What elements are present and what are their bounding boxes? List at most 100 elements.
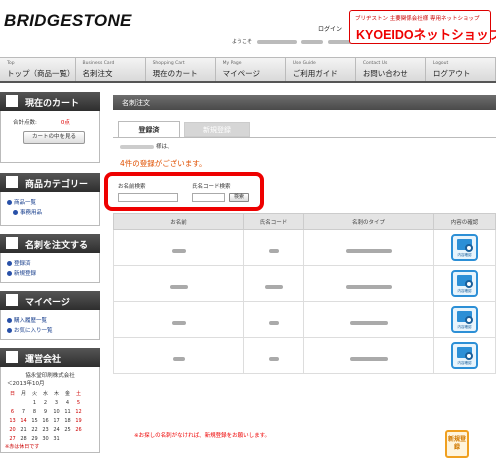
cart-total-value: 0点	[60, 120, 70, 126]
nav-business-card[interactable]: Business Card 名刺注文	[76, 58, 146, 81]
nav-label: ご利用ガイド	[292, 69, 338, 78]
column-header: お名前	[113, 213, 244, 230]
new-registration-button[interactable]: 新規登録	[445, 430, 469, 458]
panel-title: 名刺を注文する	[25, 241, 89, 251]
view-details-icon[interactable]: 内容確認	[451, 342, 478, 369]
link-new-registration[interactable]: 新規登録	[7, 269, 93, 277]
calendar-day: 3	[54, 399, 59, 406]
nav-mypage[interactable]: My Page マイページ	[216, 58, 286, 81]
magnifier-shape	[465, 352, 473, 360]
nav-en: Business Card	[82, 61, 115, 66]
calendar-day: 19	[75, 417, 82, 424]
redacted-text	[264, 285, 283, 289]
panel-title: 商品カテゴリー	[25, 180, 89, 190]
nav-top[interactable]: Top トップ（商品一覧）	[0, 58, 76, 81]
weekday: 日	[9, 391, 15, 397]
nav-label: マイページ	[222, 69, 261, 78]
calendar-day: 12	[75, 408, 82, 415]
cart-panel-header: 現在のカート	[0, 92, 100, 111]
link-registered[interactable]: 登録済	[7, 259, 93, 267]
redacted-text	[172, 357, 185, 361]
code-cell	[243, 229, 304, 266]
name-search-input[interactable]	[118, 193, 178, 202]
panel-title: 運営会社	[25, 355, 62, 365]
bridgestone-logo[interactable]: BRIDGESTONE	[4, 11, 132, 31]
shop-banner[interactable]: ブリヂストン 主要関係会社様 専用ネットショップ KYOEIDOネットショップ	[349, 10, 496, 44]
name-cell	[113, 337, 244, 374]
table-row: 内容確認	[113, 301, 496, 338]
category-panel: 商品一覧 事務用品	[0, 192, 100, 226]
nav-logout[interactable]: Logout ログアウト	[426, 58, 496, 81]
view-details-icon[interactable]: 内容確認	[451, 270, 478, 297]
detail-caption: 内容確認	[457, 289, 472, 293]
calendar-note: ※赤は休日です	[5, 444, 40, 450]
calendar-day: 26	[75, 426, 82, 433]
magnifier-shape	[465, 280, 473, 288]
view-details-icon[interactable]: 内容確認	[451, 306, 478, 333]
calendar-day: 31	[53, 435, 60, 442]
calendar-month[interactable]: ＜2013年10月	[7, 379, 97, 387]
nav-en: Contact Us	[362, 61, 388, 66]
cart-panel: 合計点数: 0点 カートの中を見る	[0, 111, 100, 163]
nav-contact[interactable]: Contact Us お問い合わせ	[356, 58, 426, 81]
not-found-note: ※お探しの名刺がなければ、新規登録をお願いします。	[134, 433, 271, 439]
redacted-text	[169, 285, 188, 289]
nav-en: Top	[7, 61, 15, 66]
user-greeting: 様は、	[120, 142, 173, 150]
view-cart-button[interactable]: カートの中を見る	[23, 131, 85, 144]
category-panel-header: 商品カテゴリー	[0, 173, 100, 192]
redacted-text	[349, 357, 388, 361]
detail-caption: 内容確認	[457, 253, 472, 257]
calendar-day: 11	[64, 408, 71, 415]
nav-cart[interactable]: Shopping Cart 現在のカート	[146, 58, 216, 81]
calendar-day: 28	[20, 435, 27, 442]
calendar-day: 21	[20, 426, 27, 433]
tab-new-registration[interactable]: 新規登録	[184, 122, 250, 137]
link-purchase-history[interactable]: 購入履歴一覧	[7, 316, 93, 324]
link-favorites[interactable]: お気に入り一覧	[7, 326, 93, 334]
search-highlight	[104, 172, 264, 211]
link-product-list[interactable]: 商品一覧	[7, 198, 93, 206]
cart-icon	[6, 95, 18, 107]
nav-en: Shopping Cart	[152, 61, 185, 66]
cart-total-label: 合計点数:	[13, 120, 37, 126]
calendar-day: 14	[20, 417, 27, 424]
calendar-day: 30	[42, 435, 49, 442]
code-search-input[interactable]	[192, 193, 225, 202]
name-search-label: お名前検索	[118, 184, 146, 190]
nav-label: 名刺注文	[82, 69, 113, 78]
tab-registered[interactable]: 登録済	[118, 121, 180, 137]
company-panel: 協永堂印刷株式会社 ＜2013年10月 日月火水木金土 12345 6 7 8 9 10…	[0, 367, 100, 453]
calendar-day: 4	[65, 399, 70, 406]
weekday: 土	[75, 391, 81, 397]
redacted-text	[171, 321, 186, 325]
sidebar: 現在のカート 合計点数: 0点 カートの中を見る 商品カテゴリー 商品一覧 事務用…	[0, 92, 100, 453]
calendar-day: 6	[10, 408, 15, 415]
calendar-day	[62, 434, 73, 443]
calendar-day: 9	[43, 408, 48, 415]
company-name: 協永堂印刷株式会社	[25, 373, 75, 379]
nav-guide[interactable]: Use Guide ご利用ガイド	[286, 58, 356, 81]
calendar-day	[73, 434, 84, 443]
link-office-supplies[interactable]: 事務用品	[13, 208, 93, 216]
name-cell	[113, 301, 244, 338]
nav-label: ログアウト	[432, 69, 471, 78]
weekday: 水	[42, 391, 48, 397]
calendar-day: 25	[64, 426, 71, 433]
calendar-day: 29	[31, 435, 38, 442]
calendar-day	[18, 398, 29, 407]
code-search-label: 氏名コード検索	[192, 184, 231, 190]
view-details-icon[interactable]: 内容確認	[451, 234, 478, 261]
nav-label: トップ（商品一覧）	[7, 69, 75, 78]
mypage-panel-header: マイページ	[0, 291, 100, 310]
detail-caption: 内容確認	[457, 325, 472, 329]
login-link[interactable]: ログイン	[318, 24, 342, 33]
weekday: 金	[64, 391, 70, 397]
calendar-day: 20	[9, 426, 16, 433]
header: BRIDGESTONE ログイン ようこそ ブリヂストン 主要関係会社様 専用ネ…	[0, 0, 496, 56]
detail-cell: 内容確認	[433, 265, 496, 302]
detail-cell: 内容確認	[433, 301, 496, 338]
weekday: 月	[20, 391, 26, 397]
search-button[interactable]: 検索	[229, 193, 249, 202]
calendar-day: 5	[76, 399, 81, 406]
